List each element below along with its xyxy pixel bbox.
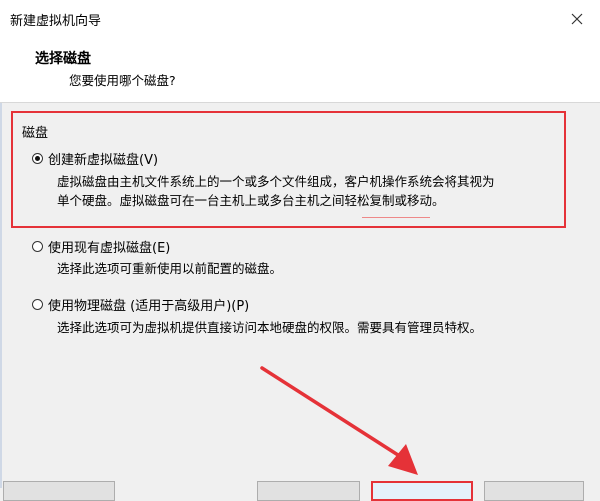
radio-use-physical-disk[interactable]: 使用物理磁盘 (适用于高级用户)(P) (32, 295, 249, 314)
radio-label: 使用现有虚拟磁盘(E) (48, 241, 171, 256)
radio-selected-icon (32, 153, 43, 164)
description-line: 选择此选项可重新使用以前配置的磁盘。 (57, 261, 283, 276)
close-icon (571, 13, 583, 25)
radio-label: 创建新虚拟磁盘(V) (48, 153, 159, 168)
use-existing-disk-description: 选择此选项可重新使用以前配置的磁盘。 (57, 259, 282, 278)
radio-unselected-icon (32, 241, 43, 252)
cancel-button[interactable] (484, 481, 584, 501)
close-button[interactable] (564, 6, 590, 32)
radio-use-existing-disk[interactable]: 使用现有虚拟磁盘(E) (32, 237, 170, 256)
radio-create-new-disk[interactable]: 创建新虚拟磁盘(V) (32, 149, 158, 168)
page-subtitle: 您要使用哪个磁盘? (69, 73, 176, 88)
wizard-header: 选择磁盘 您要使用哪个磁盘? (0, 38, 600, 103)
description-line: 虚拟磁盘由主机文件系统上的一个或多个文件组成，客户机操作系统会将其视为 (57, 174, 495, 189)
disk-group-label: 磁盘 (22, 126, 49, 141)
annotation-highlight-box (11, 111, 566, 228)
page-title: 选择磁盘 (35, 51, 91, 67)
window-title: 新建虚拟机向导 (10, 14, 102, 29)
window-edge (0, 103, 2, 488)
next-button[interactable] (371, 481, 473, 501)
description-line: 选择此选项可为虚拟机提供直接访问本地硬盘的权限。需要具有管理员特权。 (57, 320, 483, 335)
title-bar: 新建虚拟机向导 (0, 0, 600, 38)
create-new-disk-description: 虚拟磁盘由主机文件系统上的一个或多个文件组成，客户机操作系统会将其视为 单个硬盘… (57, 172, 495, 210)
annotation-underline (362, 217, 430, 218)
radio-label: 使用物理磁盘 (适用于高级用户)(P) (48, 299, 250, 314)
use-physical-disk-description: 选择此选项可为虚拟机提供直接访问本地硬盘的权限。需要具有管理员特权。 (57, 318, 482, 337)
help-button[interactable] (3, 481, 115, 501)
back-button[interactable] (257, 481, 360, 501)
description-line: 单个硬盘。虚拟磁盘可在一台主机上或多台主机之间轻松复制或移动。 (57, 193, 445, 208)
radio-unselected-icon (32, 299, 43, 310)
